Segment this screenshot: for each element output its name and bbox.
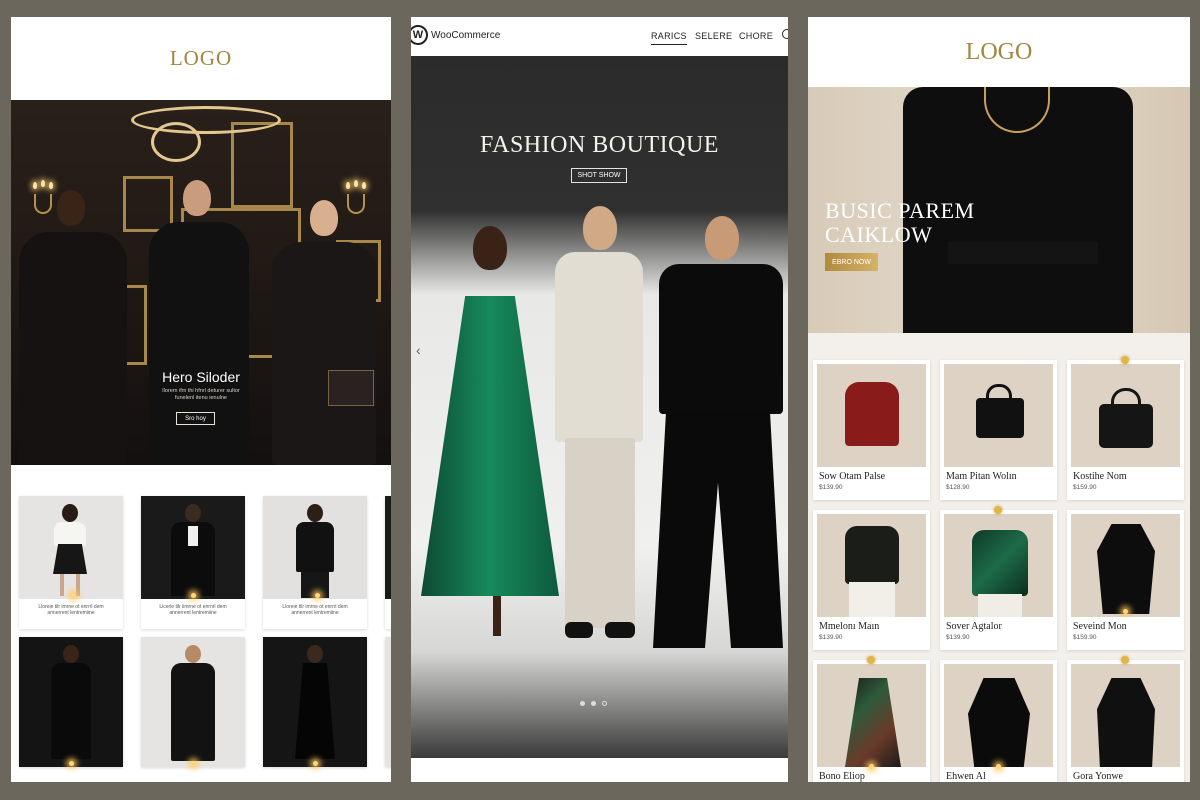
site-logo[interactable]: LOGO <box>808 17 1190 87</box>
woocommerce-logo-icon[interactable]: W <box>411 25 428 45</box>
product-price: $159.90 <box>1073 484 1097 491</box>
product-card[interactable] <box>19 637 123 767</box>
product-price: $139.90 <box>946 634 970 641</box>
product-image <box>141 496 245 599</box>
top-nav: W WooCommerce RARICS SELERE CHORE <box>411 17 788 56</box>
product-image <box>263 496 367 599</box>
model-figure <box>11 190 136 465</box>
product-image <box>1071 514 1180 617</box>
product-image <box>141 637 245 767</box>
product-image <box>263 637 367 767</box>
product-card[interactable]: Sow Otam Palse $139.90 <box>813 360 930 500</box>
product-price: $128.90 <box>946 484 970 491</box>
nav-item-selere[interactable]: SELERE <box>695 31 732 41</box>
product-card[interactable] <box>263 637 367 767</box>
model-figure <box>543 206 653 656</box>
product-image <box>1071 664 1180 767</box>
product-card[interactable]: Ehwen Al <box>940 660 1057 782</box>
hero-title-line1: BUSIC PAREM <box>825 198 975 223</box>
sparkle-icon <box>996 764 1001 769</box>
product-name[interactable]: Kostihe Nom <box>1073 471 1127 482</box>
panel-boutique-right: LOGO BUSIC PAREM CAIKLOW EBRO NOW Sow Ot… <box>808 17 1190 782</box>
carousel-dots <box>580 701 607 706</box>
product-price: $139.90 <box>819 484 843 491</box>
product-card[interactable]: Lloreie tilr imrne ot enrrrl dem annerre… <box>19 496 123 629</box>
hero-title-line2: CAIKLOW <box>825 222 933 247</box>
hero-subtitle: Ilorem ifm thi hfnrl deturer sultor fune… <box>162 388 240 401</box>
product-image <box>817 514 926 617</box>
carousel-dot-icon[interactable] <box>591 701 596 706</box>
product-image <box>1071 364 1180 467</box>
hero-title: FASHION BOUTIQUE <box>480 132 719 158</box>
carousel-dot-icon[interactable] <box>602 701 607 706</box>
product-name[interactable]: Sover Agtalor <box>946 621 1002 632</box>
product-card[interactable]: Bono Eliop <box>813 656 930 782</box>
product-name[interactable]: Bono Eliop <box>819 771 865 782</box>
gold-badge-icon <box>1121 356 1129 364</box>
product-price: $159.90 <box>1073 634 1097 641</box>
search-icon[interactable] <box>782 29 788 39</box>
sparkle-icon <box>315 593 320 598</box>
product-card[interactable] <box>141 637 245 767</box>
product-card[interactable]: Licerle tilr iimrne ot enrnrl dem annerr… <box>141 496 245 629</box>
product-caption: Lloreie tilr imrne ot enrrrl dem annerre… <box>282 604 348 616</box>
nav-item-chore[interactable]: CHORE <box>739 31 773 41</box>
product-image <box>817 664 926 767</box>
carousel-dot-icon[interactable] <box>580 701 585 706</box>
panel-boutique-left: LOGO Hero Siloder Ilorem ifm thi hfnrl d… <box>11 17 391 782</box>
hero-shop-button[interactable]: Sro hoy <box>176 412 215 425</box>
product-card[interactable]: Mam Pitan Wolın $128.90 <box>940 360 1057 500</box>
panel-woocommerce-center: W WooCommerce RARICS SELERE CHORE FASHIO… <box>411 17 788 782</box>
brand-name[interactable]: WooCommerce <box>431 30 500 41</box>
hero-title: Hero Siloder <box>162 369 240 385</box>
product-name[interactable]: Ehwen Al <box>946 771 986 782</box>
hero-shop-button[interactable]: EBRO NOW <box>825 253 878 271</box>
product-image <box>944 364 1053 467</box>
product-image <box>944 514 1053 617</box>
product-name[interactable]: Mam Pitan Wolın <box>946 471 1017 482</box>
hero-banner: BUSIC PAREM CAIKLOW EBRO NOW <box>808 87 1190 333</box>
product-card[interactable]: Kostihe Nom $159.90 <box>1067 356 1184 500</box>
product-name[interactable]: Mmelonı Maın <box>819 621 879 632</box>
chevron-left-icon[interactable]: ‹ <box>416 342 421 358</box>
product-caption: Lloreie tilr imrne ot enrrrl dem annerre… <box>38 604 104 616</box>
product-card-partial[interactable] <box>385 496 391 629</box>
product-caption: Licerle tilr iimrne ot enrnrl dem annerr… <box>159 604 227 616</box>
product-name[interactable]: Gora Yonwe <box>1073 771 1123 782</box>
product-name[interactable]: Sow Otam Palse <box>819 471 885 482</box>
hero-carousel: FASHION BOUTIQUE SHOT SHOW ‹ <box>411 56 788 758</box>
sparkle-icon <box>869 764 874 769</box>
product-price: $139.90 <box>819 634 843 641</box>
product-card[interactable]: Seveind Mon $159.90 <box>1067 510 1184 650</box>
gold-badge-icon <box>867 656 875 664</box>
product-card[interactable]: Lloreie tilr imrne ot enrrrl dem annerre… <box>263 496 367 629</box>
hero-title: BUSIC PAREM CAIKLOW <box>825 199 1015 247</box>
hero-shop-button[interactable]: SHOT SHOW <box>571 168 627 183</box>
model-figure <box>266 200 381 465</box>
site-logo[interactable]: LOGO <box>11 17 391 100</box>
sparkle-icon <box>69 761 74 766</box>
product-name[interactable]: Seveind Mon <box>1073 621 1127 632</box>
hero-slider: Hero Siloder Ilorem ifm thi hfnrl deture… <box>11 100 391 465</box>
product-card[interactable]: Gora Yonwe <box>1067 656 1184 782</box>
product-card[interactable]: Mmelonı Maın $139.90 <box>813 510 930 650</box>
product-image <box>19 496 123 599</box>
sparkle-icon <box>191 761 196 766</box>
sparkle-icon <box>313 761 318 766</box>
gold-badge-icon <box>1121 656 1129 664</box>
product-image <box>817 364 926 467</box>
sparkle-icon <box>71 593 76 598</box>
nav-item-rarics[interactable]: RARICS <box>651 31 687 45</box>
product-image <box>944 664 1053 767</box>
sparkle-icon <box>191 593 196 598</box>
model-figure <box>649 216 788 656</box>
gold-badge-icon <box>994 506 1002 514</box>
product-image <box>19 637 123 767</box>
product-card-partial[interactable] <box>385 637 391 767</box>
chandelier-decor <box>131 106 281 134</box>
product-card[interactable]: Sover Agtalor $139.90 <box>940 506 1057 650</box>
chandelier-decor <box>151 122 201 162</box>
model-figure <box>411 226 561 656</box>
